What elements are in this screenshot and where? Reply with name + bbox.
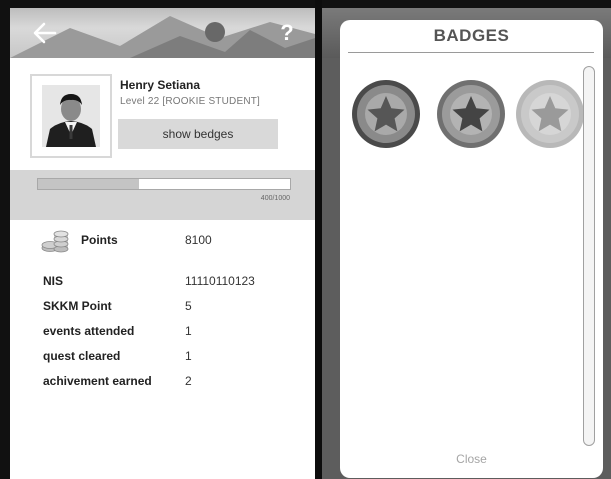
title-divider bbox=[348, 52, 594, 53]
skkm-value: 5 bbox=[185, 299, 192, 313]
achievement-value: 2 bbox=[185, 374, 192, 388]
coins-icon bbox=[41, 230, 69, 253]
skkm-label: SKKM Point bbox=[43, 299, 112, 313]
avatar bbox=[42, 85, 100, 147]
progress-bar bbox=[37, 178, 291, 190]
nis-value: 11110110123 bbox=[185, 274, 255, 288]
modal-title: BADGES bbox=[433, 26, 510, 45]
scrollbar[interactable] bbox=[583, 66, 595, 446]
help-button[interactable]: ? bbox=[275, 18, 299, 48]
star-badge-icon[interactable] bbox=[350, 78, 422, 150]
close-button[interactable]: Close bbox=[340, 452, 603, 466]
user-name: Henry Setiana bbox=[120, 78, 201, 92]
show-badges-button[interactable]: show bedges bbox=[118, 119, 278, 149]
header-banner: ? bbox=[10, 8, 315, 58]
avatar-frame bbox=[30, 74, 112, 158]
screen-divider bbox=[315, 0, 322, 479]
quest-label: quest cleared bbox=[43, 349, 121, 363]
badges-screen: BADGES Close bbox=[322, 8, 611, 479]
events-value: 1 bbox=[185, 324, 192, 338]
points-value: 8100 bbox=[185, 233, 212, 247]
profile-card: Henry Setiana Level 22 [ROOKIE STUDENT] … bbox=[10, 58, 315, 173]
progress-text: 400/1000 bbox=[260, 195, 290, 202]
events-label: events attended bbox=[43, 324, 135, 338]
progress-fill bbox=[38, 179, 139, 189]
achievement-label: achivement earned bbox=[43, 374, 152, 388]
profile-screen: ? Henry Setiana Level 22 [ROOKIE STUDENT… bbox=[10, 8, 315, 479]
user-level: Level 22 [ROOKIE STUDENT] bbox=[120, 96, 261, 107]
nis-label: NIS bbox=[43, 274, 64, 288]
avatar-photo bbox=[42, 85, 100, 147]
points-label: Points bbox=[81, 233, 118, 247]
star-badge-icon[interactable] bbox=[435, 78, 507, 150]
star-badge-icon[interactable] bbox=[514, 78, 586, 150]
badges-modal: BADGES Close bbox=[340, 20, 603, 478]
quest-value: 1 bbox=[185, 349, 192, 363]
back-arrow-icon[interactable] bbox=[30, 18, 60, 48]
